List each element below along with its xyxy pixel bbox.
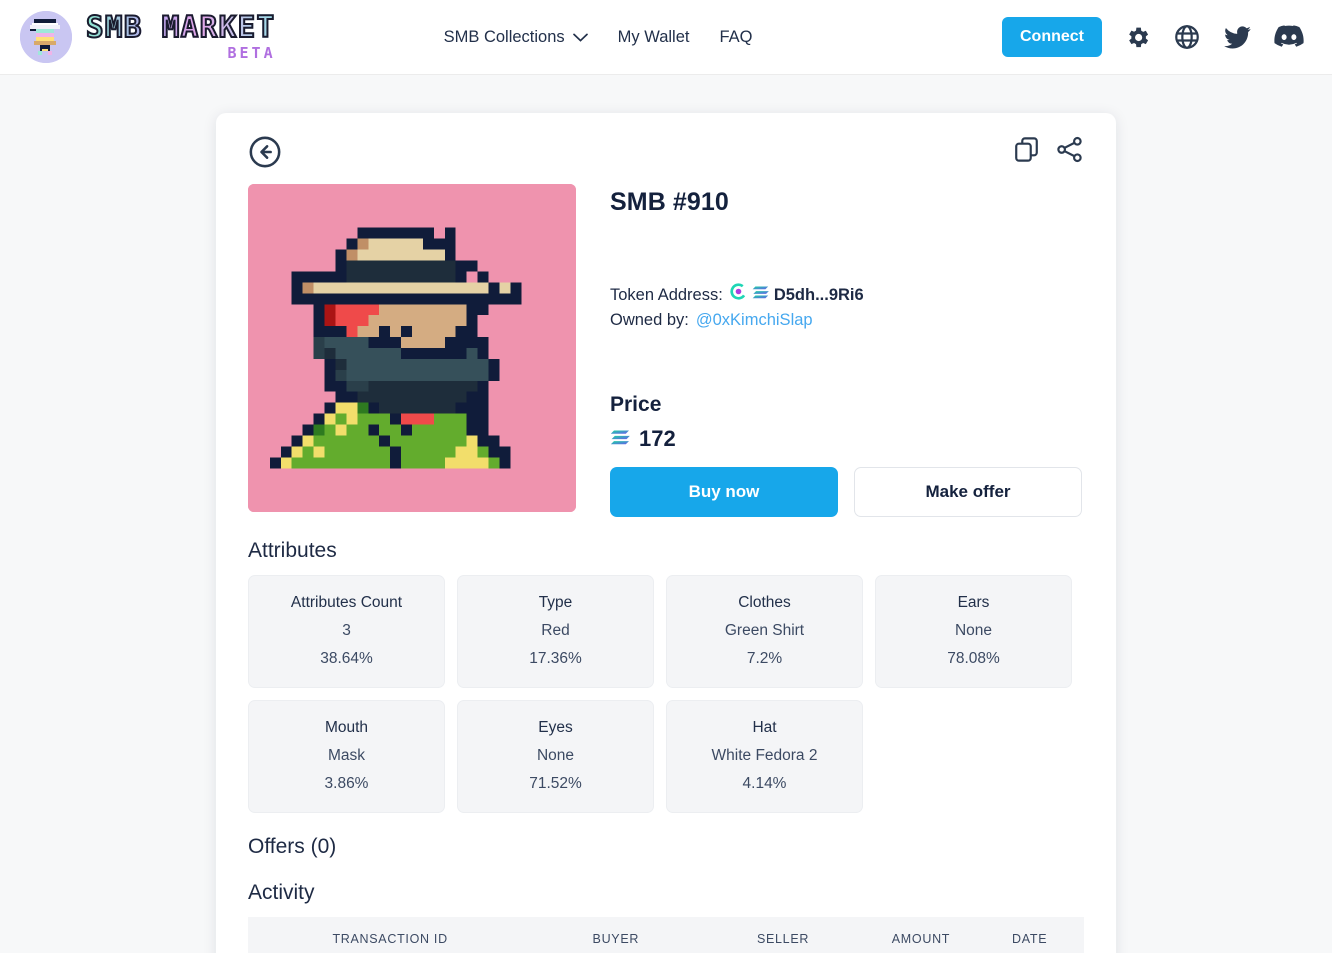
solana-icon bbox=[752, 283, 769, 308]
twitter-icon[interactable] bbox=[1223, 23, 1252, 52]
price-heading: Price bbox=[610, 393, 662, 416]
owner-row: Owned by: @0xKimchiSlap bbox=[610, 308, 1084, 333]
attribute-value: None bbox=[536, 747, 575, 764]
activity-table-header-row: TRANSACTION ID BUYER SELLER AMOUNT DATE bbox=[248, 917, 1084, 953]
nft-detail-card: SMB #910 Token Address: D5dh...9Ri6 Owne… bbox=[216, 113, 1116, 953]
attributes-heading: Attributes bbox=[248, 539, 337, 562]
cta-row: Buy now Make offer bbox=[610, 467, 1084, 517]
page-title: SMB #910 bbox=[610, 188, 729, 216]
smb-monkey-avatar-icon bbox=[20, 11, 72, 63]
nft-hero: SMB #910 Token Address: D5dh...9Ri6 Owne… bbox=[248, 184, 1084, 517]
attribute-value: Green Shirt bbox=[724, 622, 805, 639]
card-toolbar bbox=[248, 135, 1084, 174]
attribute-card: Hat White Fedora 2 4.14% bbox=[666, 700, 863, 813]
attribute-percent: 17.36% bbox=[529, 650, 582, 667]
attribute-key: Attributes Count bbox=[290, 594, 403, 611]
attribute-key: Mouth bbox=[324, 719, 369, 736]
token-address-chip[interactable]: D5dh...9Ri6 bbox=[730, 283, 864, 308]
magic-eden-icon bbox=[730, 283, 747, 308]
activity-column-header: DATE bbox=[975, 917, 1084, 953]
attribute-value: 3 bbox=[342, 622, 351, 639]
attribute-key: Hat bbox=[752, 719, 777, 736]
attribute-card: Attributes Count 3 38.64% bbox=[248, 575, 445, 688]
connect-wallet-button[interactable]: Connect bbox=[1002, 17, 1102, 57]
price-amount: 172 bbox=[639, 426, 676, 451]
nav-item-label: SMB Collections bbox=[443, 27, 565, 46]
attribute-value: White Fedora 2 bbox=[711, 747, 818, 764]
attribute-percent: 71.52% bbox=[529, 775, 582, 792]
price-value-row: 172 bbox=[610, 426, 1084, 452]
nav-item-smb-collections[interactable]: SMB Collections bbox=[444, 28, 588, 47]
discord-icon[interactable] bbox=[1274, 22, 1304, 52]
copy-icon[interactable] bbox=[1012, 135, 1041, 169]
brand-logo-group[interactable]: SMB MARKET BETA bbox=[20, 11, 276, 63]
brand-name: SMB MARKET bbox=[85, 10, 276, 44]
token-address-value: D5dh...9Ri6 bbox=[773, 286, 864, 304]
nft-meta: Token Address: D5dh...9Ri6 Owned by: @0x… bbox=[610, 283, 1084, 333]
attribute-percent: 78.08% bbox=[947, 650, 1000, 667]
activity-column-header: BUYER bbox=[532, 917, 700, 953]
attribute-percent: 7.2% bbox=[746, 650, 783, 667]
buy-now-button[interactable]: Buy now bbox=[610, 467, 838, 517]
card-actions bbox=[1012, 135, 1084, 169]
nav-actions: Connect bbox=[1002, 17, 1304, 57]
brand-wordmark: SMB MARKET BETA bbox=[85, 10, 276, 62]
attribute-card: Type Red 17.36% bbox=[457, 575, 654, 688]
solana-icon bbox=[610, 426, 630, 452]
nav-item-label: FAQ bbox=[719, 27, 753, 46]
owner-link[interactable]: @0xKimchiSlap bbox=[696, 308, 813, 333]
attribute-key: Clothes bbox=[738, 594, 791, 611]
activity-heading: Activity bbox=[248, 881, 315, 904]
brand-beta-tag: BETA bbox=[227, 44, 276, 62]
token-address-row: Token Address: D5dh...9Ri6 bbox=[610, 283, 1084, 308]
owned-by-label: Owned by: bbox=[610, 311, 689, 329]
attribute-card: Ears None 78.08% bbox=[875, 575, 1072, 688]
attribute-card: Mouth Mask 3.86% bbox=[248, 700, 445, 813]
attributes-grid: Attributes Count 3 38.64% Type Red 17.36% Clot… bbox=[248, 575, 1084, 813]
attribute-percent: 38.64% bbox=[320, 650, 373, 667]
activity-column-header: SELLER bbox=[699, 917, 867, 953]
nav-links: SMB Collections My Wallet FAQ bbox=[444, 28, 753, 47]
activity-column-header: AMOUNT bbox=[866, 917, 976, 953]
top-navbar: SMB MARKET BETA SMB Collections My Walle… bbox=[0, 0, 1332, 75]
attribute-key: Ears bbox=[957, 594, 990, 611]
share-icon[interactable] bbox=[1055, 135, 1084, 169]
make-offer-button[interactable]: Make offer bbox=[854, 467, 1082, 517]
nav-item-label: My Wallet bbox=[617, 27, 690, 46]
token-address-label: Token Address: bbox=[610, 286, 723, 304]
globe-icon[interactable] bbox=[1173, 23, 1201, 51]
attribute-percent: 3.86% bbox=[324, 775, 369, 792]
nft-artwork bbox=[248, 184, 576, 512]
attribute-value: Mask bbox=[327, 747, 366, 764]
attribute-key: Type bbox=[538, 594, 573, 611]
nav-item-faq[interactable]: FAQ bbox=[719, 28, 752, 47]
nav-item-my-wallet[interactable]: My Wallet bbox=[618, 28, 690, 47]
activity-table: TRANSACTION IDBUYERSELLERAMOUNTDATE 4geo… bbox=[248, 917, 1084, 953]
attribute-percent: 4.14% bbox=[742, 775, 787, 792]
nft-info-panel: SMB #910 Token Address: D5dh...9Ri6 Owne… bbox=[610, 184, 1084, 517]
offers-heading: Offers (0) bbox=[248, 835, 337, 858]
arrow-left-circle-icon[interactable] bbox=[248, 135, 282, 174]
activity-column-header: TRANSACTION ID bbox=[248, 917, 533, 953]
attribute-value: None bbox=[954, 622, 993, 639]
attribute-value: Red bbox=[541, 622, 570, 639]
page-body: SMB #910 Token Address: D5dh...9Ri6 Owne… bbox=[0, 75, 1332, 953]
attribute-card: Eyes None 71.52% bbox=[457, 700, 654, 813]
chevron-down-icon bbox=[572, 28, 588, 47]
gear-icon[interactable] bbox=[1124, 24, 1151, 51]
attribute-key: Eyes bbox=[538, 719, 573, 736]
attribute-card: Clothes Green Shirt 7.2% bbox=[666, 575, 863, 688]
